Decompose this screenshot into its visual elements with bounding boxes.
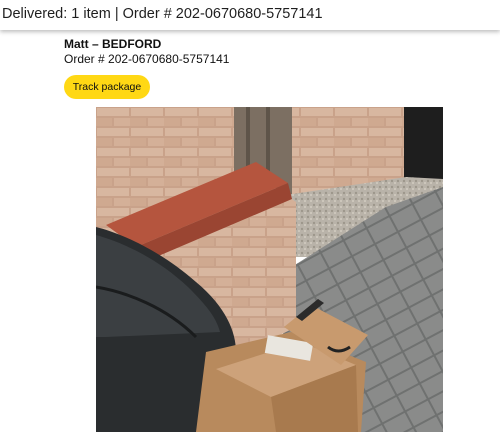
window-title: Delivered: 1 item | Order # 202-0670680-… xyxy=(2,6,323,22)
delivery-photo-image xyxy=(96,107,443,432)
order-number: Order # 202-0670680-5757141 xyxy=(64,52,230,66)
window-titlebar: Delivered: 1 item | Order # 202-0670680-… xyxy=(0,0,500,30)
recipient-name: Matt – BEDFORD xyxy=(64,37,162,51)
delivery-photo[interactable] xyxy=(96,107,443,432)
track-package-button[interactable]: Track package xyxy=(64,75,150,99)
